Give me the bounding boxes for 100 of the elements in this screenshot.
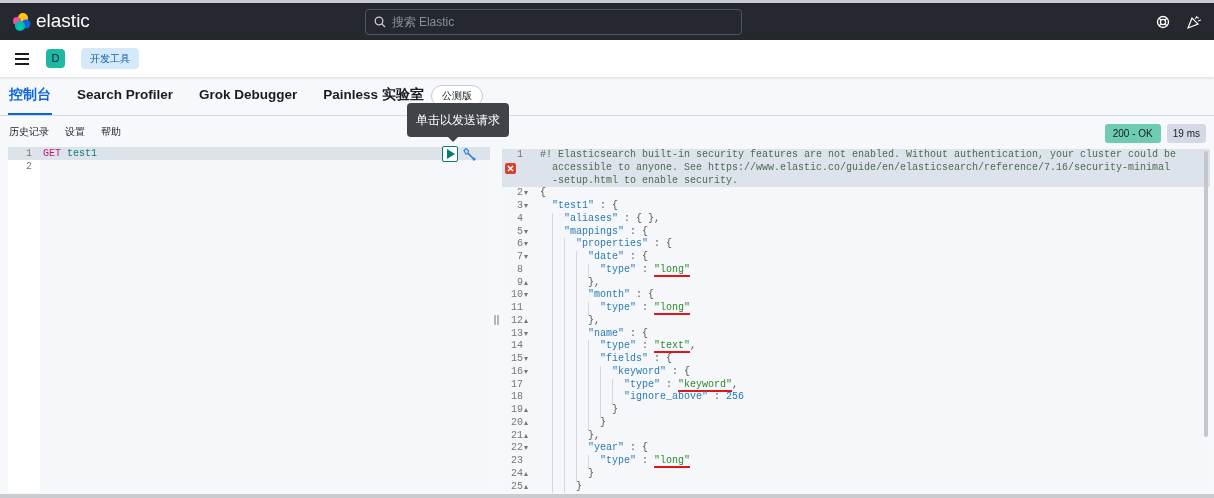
code-token: "month" xyxy=(588,289,630,301)
fold-toggle[interactable]: ▾ xyxy=(524,252,528,261)
code-token: : { xyxy=(629,327,649,339)
toolbar-link[interactable]: 历史记录 xyxy=(9,124,49,139)
fold-toggle[interactable]: ▾ xyxy=(524,366,528,376)
status-badge: 200 - OK xyxy=(1104,124,1161,143)
line-number: 17 xyxy=(511,378,523,390)
line-number: 19 xyxy=(511,404,523,415)
code-token: "aliases" xyxy=(564,212,618,224)
line-number: 5 xyxy=(517,225,523,237)
tab[interactable]: Search Profiler xyxy=(76,77,175,115)
code-token: "type" xyxy=(600,340,636,352)
fold-toggle[interactable]: ▴ xyxy=(524,468,528,478)
fold-toggle[interactable]: ▾ xyxy=(524,201,528,210)
space-avatar[interactable]: D xyxy=(46,49,65,68)
line-number: 1 xyxy=(8,147,40,160)
logo-text[interactable]: elastic xyxy=(36,7,90,36)
fold-toggle[interactable]: ▴ xyxy=(524,481,528,491)
code-token: { xyxy=(540,187,546,199)
code-token: }, xyxy=(588,276,600,288)
resize-handle-icon[interactable] xyxy=(493,315,499,325)
code-token: "text" xyxy=(654,340,691,352)
scrollbar[interactable] xyxy=(1204,151,1208,437)
search-field[interactable]: 搜索 Elastic xyxy=(364,8,742,35)
line-number: 2 xyxy=(517,187,523,199)
fold-toggle[interactable]: ▴ xyxy=(524,405,528,414)
code-token: "properties" xyxy=(576,238,648,250)
line-number: 14 xyxy=(511,340,523,352)
code-token: : { xyxy=(629,251,649,262)
code-token: "type" xyxy=(600,455,636,466)
code-token: : { xyxy=(671,365,691,377)
code-token: "keyword" xyxy=(678,378,733,390)
code-token: "test1" xyxy=(552,200,594,211)
toolbar-link[interactable]: 帮助 xyxy=(101,124,121,139)
code-token: "type" xyxy=(624,378,660,390)
line-number: 12 xyxy=(511,314,523,326)
fold-toggle[interactable]: ▴ xyxy=(524,430,528,440)
code-token: : xyxy=(665,378,674,390)
line-number: 3 xyxy=(517,200,523,211)
fold-toggle[interactable]: ▾ xyxy=(524,328,528,338)
line-number: 1 xyxy=(517,149,523,160)
code-token: : { xyxy=(653,353,673,364)
fold-toggle[interactable]: ▴ xyxy=(524,417,528,427)
code-token: "fields" xyxy=(600,353,648,364)
code-token: : { xyxy=(635,289,655,301)
line-number: 22 xyxy=(511,442,523,454)
breadcrumb-item[interactable]: 开发工具 xyxy=(81,48,139,69)
code-token: "type" xyxy=(600,263,636,275)
code-token: "type" xyxy=(600,302,636,313)
search-icon xyxy=(373,15,386,28)
code-token: "long" xyxy=(654,263,691,275)
code-token: }, xyxy=(588,314,600,326)
line-number: 7 xyxy=(517,251,523,262)
code-token: "long" xyxy=(654,455,691,466)
code-token: test1 xyxy=(66,147,98,160)
fold-toggle[interactable]: ▾ xyxy=(524,443,528,453)
code-token: "name" xyxy=(588,327,624,339)
code-token: : xyxy=(641,455,650,466)
code-token: } xyxy=(588,467,594,479)
tooltip: 单击以发送请求 xyxy=(407,103,509,137)
fold-toggle[interactable]: ▾ xyxy=(524,290,528,300)
line-number: 18 xyxy=(511,391,523,403)
code-token: } xyxy=(576,480,582,492)
code-token: : { xyxy=(629,442,649,454)
fold-toggle[interactable]: ▾ xyxy=(524,188,528,198)
code-token: : { xyxy=(629,225,649,237)
code-token: : xyxy=(713,391,722,403)
fold-toggle[interactable]: ▾ xyxy=(524,354,528,363)
fold-toggle[interactable]: ▾ xyxy=(524,226,528,236)
toolbar-link[interactable]: 设置 xyxy=(65,124,85,139)
request-editor[interactable]: 1 2 GET test1 xyxy=(8,147,490,493)
play-icon xyxy=(445,148,455,159)
wrench-icon[interactable] xyxy=(462,146,476,161)
code-token: , xyxy=(732,378,739,390)
code-token: GET xyxy=(43,147,61,160)
code-token: : xyxy=(641,340,650,352)
line-number: 6 xyxy=(517,238,523,250)
fold-toggle[interactable]: ▴ xyxy=(524,277,528,287)
fold-toggle[interactable]: ▾ xyxy=(524,239,528,249)
tab[interactable]: Grok Debugger xyxy=(198,77,299,115)
code-token: "mappings" xyxy=(564,225,624,237)
help-icon[interactable] xyxy=(1155,14,1170,29)
send-request-button[interactable] xyxy=(442,145,458,162)
line-number: 25 xyxy=(511,480,523,492)
code-token: , xyxy=(690,340,697,352)
party-popper-icon[interactable] xyxy=(1185,13,1202,30)
code-token: : xyxy=(641,263,650,275)
code-token: }, xyxy=(588,429,600,441)
elastic-logo-icon[interactable] xyxy=(12,11,32,32)
code-token: 256 xyxy=(726,391,745,403)
menu-icon[interactable] xyxy=(14,51,30,66)
line-number: 15 xyxy=(511,353,523,364)
line-number: 10 xyxy=(511,289,523,301)
code-token: "keyword" xyxy=(612,365,666,377)
code-token: : { xyxy=(599,200,619,211)
fold-toggle[interactable]: ▴ xyxy=(524,315,528,325)
code-token: } xyxy=(600,416,606,428)
line-number: 20 xyxy=(511,416,523,428)
code-token: "date" xyxy=(588,251,624,262)
code-token: "long" xyxy=(654,302,691,313)
